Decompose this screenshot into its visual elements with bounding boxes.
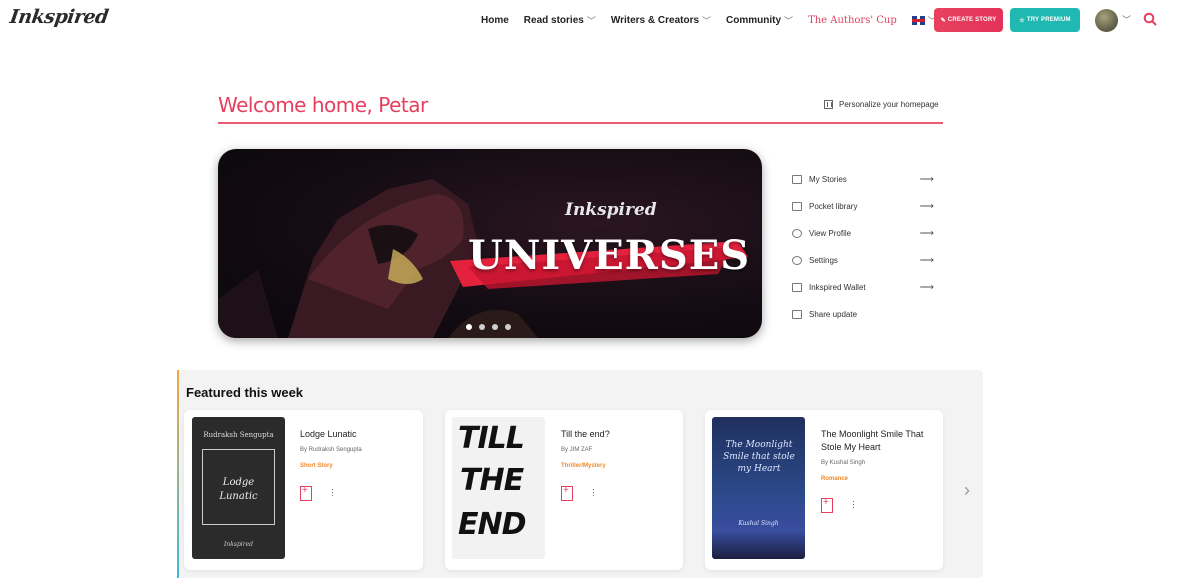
message-icon bbox=[792, 310, 802, 319]
user-avatar[interactable] bbox=[1095, 9, 1118, 32]
chevron-right-icon[interactable]: › bbox=[964, 480, 970, 501]
more-options-icon[interactable]: · · · bbox=[592, 485, 595, 500]
user-icon bbox=[792, 229, 802, 238]
carousel-dot[interactable] bbox=[492, 324, 498, 330]
featured-title: Featured this week bbox=[186, 385, 304, 400]
arrow-right-icon: ⟶ bbox=[919, 228, 934, 239]
menu-item-label: My Stories bbox=[809, 175, 847, 184]
chevron-down-icon: ﹀ bbox=[702, 16, 712, 26]
story-card[interactable]: TILL THE END Till the end? By JIM ZAF Th… bbox=[445, 410, 683, 570]
story-title[interactable]: Till the end? bbox=[561, 428, 679, 441]
story-title[interactable]: The Moonlight Smile That Stole My Heart bbox=[821, 428, 939, 454]
nav-read-stories-label: Read stories bbox=[523, 15, 584, 26]
carousel-dot[interactable] bbox=[466, 324, 472, 330]
cover-author: Rudraksh Sengupta bbox=[203, 431, 274, 439]
menu-item-wallet[interactable]: Inkspired Wallet ⟶ bbox=[792, 274, 938, 301]
nav-community[interactable]: Community ﹀ bbox=[726, 14, 793, 27]
try-premium-label: TRY PREMIUM bbox=[1026, 17, 1071, 23]
cover-title: THE bbox=[460, 463, 524, 498]
story-author[interactable]: By Rudraksh Sengupta bbox=[300, 447, 362, 453]
welcome-title: Welcome home, Petar bbox=[218, 93, 428, 117]
banner-brand-logo: Inkspired bbox=[565, 200, 657, 220]
star-icon: ☆ bbox=[1019, 17, 1025, 24]
carousel-dots bbox=[466, 324, 518, 330]
add-to-library-icon[interactable] bbox=[300, 485, 312, 501]
arrow-right-icon: ⟶ bbox=[919, 255, 934, 266]
personalize-label: Personalize your homepage bbox=[839, 100, 939, 109]
nav-home[interactable]: Home bbox=[481, 15, 509, 26]
more-options-icon[interactable]: · · · bbox=[852, 497, 855, 512]
story-title[interactable]: Lodge Lunatic bbox=[300, 428, 418, 441]
featured-accent-bar bbox=[177, 370, 179, 578]
bookmark-icon bbox=[792, 202, 802, 211]
chevron-down-icon: ﹀ bbox=[784, 16, 794, 26]
menu-item-settings[interactable]: Settings ⟶ bbox=[792, 247, 938, 274]
personalize-homepage-link[interactable]: Personalize your homepage bbox=[824, 100, 939, 109]
cover-brand: Inkspired bbox=[224, 541, 253, 548]
menu-item-label: Inkspired Wallet bbox=[809, 283, 866, 292]
banner-title: UNIVERSES bbox=[468, 232, 751, 279]
chevron-down-icon[interactable]: ﹀ bbox=[1122, 13, 1131, 26]
story-card[interactable]: Rudraksh Sengupta Lodge Lunatic Inkspire… bbox=[184, 410, 423, 570]
uk-flag-icon bbox=[911, 16, 925, 25]
arrow-right-icon: ⟶ bbox=[919, 282, 934, 293]
story-cover[interactable]: The Moonlight Smile that stole my Heart … bbox=[712, 417, 805, 559]
add-to-library-icon[interactable] bbox=[821, 497, 833, 513]
language-selector[interactable]: ﹀ bbox=[911, 14, 937, 27]
story-cover[interactable]: TILL THE END bbox=[452, 417, 545, 559]
more-options-icon[interactable]: · · · bbox=[331, 485, 334, 500]
cover-title: Lodge bbox=[222, 477, 255, 488]
story-author[interactable]: By JIM ZAF bbox=[561, 447, 592, 453]
menu-item-my-stories[interactable]: My Stories ⟶ bbox=[792, 166, 938, 193]
story-cover[interactable]: Rudraksh Sengupta Lodge Lunatic Inkspire… bbox=[192, 417, 285, 559]
story-genre[interactable]: Thriller/Mystery bbox=[561, 463, 606, 469]
inkspired-logo[interactable]: Inkspired bbox=[8, 6, 109, 28]
main-nav: Home Read stories ﹀ Writers & Creators ﹀ C… bbox=[481, 14, 984, 27]
menu-item-share-update[interactable]: Share update bbox=[792, 301, 938, 328]
menu-item-view-profile[interactable]: View Profile ⟶ bbox=[792, 220, 938, 247]
menu-item-label: Pocket library bbox=[809, 202, 858, 211]
nav-authors-cup-label: The Authors' Cup bbox=[808, 15, 897, 26]
nav-authors-cup[interactable]: The Authors' Cup bbox=[808, 15, 897, 26]
chevron-down-icon: ﹀ bbox=[586, 16, 596, 26]
menu-item-label: Share update bbox=[809, 310, 858, 319]
menu-item-label: Settings bbox=[809, 256, 838, 265]
cover-title: TILL bbox=[458, 421, 525, 456]
cover-author: Kushal Singh bbox=[738, 520, 779, 527]
gear-icon bbox=[792, 256, 802, 265]
story-card[interactable]: The Moonlight Smile that stole my Heart … bbox=[705, 410, 943, 570]
story-author[interactable]: By Kushal Singh bbox=[821, 460, 865, 466]
nav-writers-creators[interactable]: Writers & Creators ﹀ bbox=[611, 14, 711, 27]
try-premium-button[interactable]: ☆ TRY PREMIUM bbox=[1010, 8, 1080, 32]
story-genre[interactable]: Romance bbox=[821, 476, 848, 482]
search-icon[interactable] bbox=[1143, 12, 1157, 26]
nav-home-label: Home bbox=[481, 15, 509, 26]
carousel-dot[interactable] bbox=[505, 324, 511, 330]
carousel-dot[interactable] bbox=[479, 324, 485, 330]
cover-title: Lunatic bbox=[219, 491, 258, 502]
create-story-button[interactable]: ✎ CREATE STORY bbox=[934, 8, 1003, 32]
edit-icon: ✎ bbox=[940, 17, 946, 24]
create-story-label: CREATE STORY bbox=[947, 17, 997, 23]
stories-icon bbox=[792, 175, 802, 184]
menu-item-label: View Profile bbox=[809, 229, 852, 238]
cover-title: The Moonlight Smile that stole my Heart bbox=[723, 440, 795, 474]
story-genre[interactable]: Short Story bbox=[300, 463, 333, 469]
nav-read-stories[interactable]: Read stories ﹀ bbox=[524, 14, 596, 27]
nav-writers-label: Writers & Creators bbox=[610, 15, 700, 26]
cover-title: END bbox=[458, 507, 527, 542]
nav-community-label: Community bbox=[726, 15, 782, 26]
arrow-right-icon: ⟶ bbox=[919, 174, 934, 185]
welcome-divider bbox=[218, 122, 943, 124]
menu-item-pocket-library[interactable]: Pocket library ⟶ bbox=[792, 193, 938, 220]
quick-links-menu: My Stories ⟶ Pocket library ⟶ View Profile… bbox=[792, 166, 938, 328]
add-to-library-icon[interactable] bbox=[561, 485, 573, 501]
wallet-icon bbox=[792, 283, 802, 292]
arrow-right-icon: ⟶ bbox=[919, 201, 934, 212]
top-navigation: Inkspired Home Read stories ﹀ Writers & C… bbox=[0, 0, 1181, 40]
layout-icon bbox=[824, 100, 833, 109]
